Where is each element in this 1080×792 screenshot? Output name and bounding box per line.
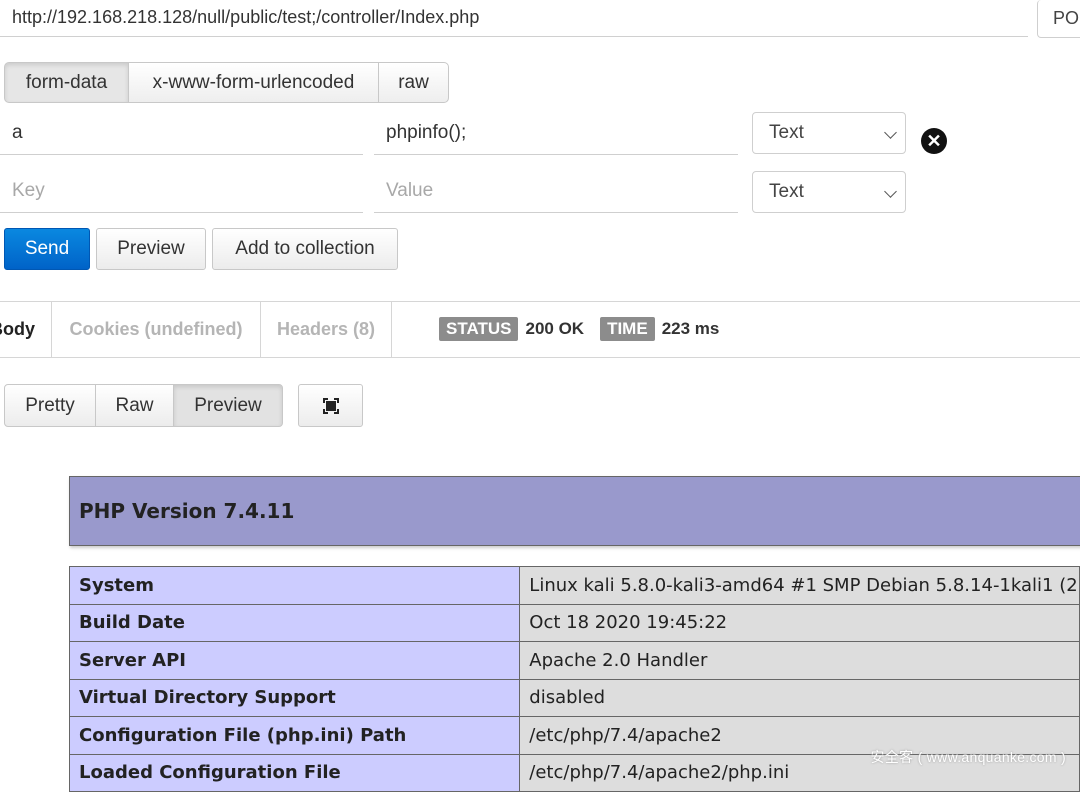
- view-raw-button[interactable]: Raw: [95, 384, 174, 427]
- row-value: Linux kali 5.8.0-kali3-amd64 #1 SMP Debi…: [519, 566, 1080, 605]
- row-value: disabled: [519, 678, 1080, 717]
- add-to-collection-button[interactable]: Add to collection: [212, 228, 398, 270]
- param-type-select[interactable]: Text: [752, 171, 906, 213]
- tab-form-data[interactable]: form-data: [4, 62, 129, 103]
- param-value-field[interactable]: Value: [374, 171, 738, 213]
- param-type-select[interactable]: Text: [752, 112, 906, 154]
- row-name: Server API: [68, 641, 521, 680]
- watermark: 安全客 ( www.anquanke.com ): [870, 749, 1066, 765]
- time-value: 223 ms: [661, 319, 720, 338]
- send-button[interactable]: Send: [4, 228, 90, 270]
- php-version-header: PHP Version 7.4.11: [69, 476, 1080, 546]
- tab-body[interactable]: Body: [0, 301, 52, 358]
- table-row: Virtual Directory Support disabled: [68, 678, 1080, 717]
- chevron-down-icon: [884, 185, 897, 198]
- method-select[interactable]: PO: [1037, 0, 1080, 38]
- row-value: Oct 18 2020 19:45:22: [519, 603, 1080, 642]
- fullscreen-button[interactable]: [298, 384, 363, 427]
- php-version-title: PHP Version 7.4.11: [79, 499, 295, 523]
- row-value: Apache 2.0 Handler: [519, 641, 1080, 680]
- status-value: 200 OK: [525, 319, 585, 338]
- table-row: System Linux kali 5.8.0-kali3-amd64 #1 S…: [68, 566, 1080, 605]
- tab-cookies[interactable]: Cookies (undefined): [52, 301, 261, 358]
- fullscreen-icon: [322, 397, 339, 414]
- row-name: System: [68, 566, 521, 605]
- response-meta: STATUS 200 OK TIME 223 ms: [439, 317, 719, 341]
- chevron-down-icon: [884, 126, 897, 139]
- view-preview-button[interactable]: Preview: [173, 384, 283, 427]
- tab-headers[interactable]: Headers (8): [261, 301, 392, 358]
- param-type-label: Text: [769, 181, 804, 202]
- param-value-field[interactable]: phpinfo();: [374, 113, 738, 155]
- status-badge: STATUS: [439, 317, 519, 341]
- param-key-field[interactable]: Key: [0, 171, 363, 213]
- tab-x-www-form-urlencoded[interactable]: x-www-form-urlencoded: [128, 62, 379, 103]
- row-name: Build Date: [68, 603, 521, 642]
- tab-raw[interactable]: raw: [378, 62, 449, 103]
- preview-button[interactable]: Preview: [96, 228, 206, 270]
- view-pretty-button[interactable]: Pretty: [4, 384, 96, 427]
- param-key-field[interactable]: a: [0, 113, 363, 155]
- row-name: Configuration File (php.ini) Path: [68, 716, 521, 755]
- table-row: Build Date Oct 18 2020 19:45:22: [68, 603, 1080, 642]
- time-badge: TIME: [600, 317, 655, 341]
- table-row: Server API Apache 2.0 Handler: [68, 641, 1080, 680]
- url-input[interactable]: http://192.168.218.128/null/public/test;…: [0, 0, 1028, 37]
- remove-param-icon[interactable]: ✕: [921, 128, 947, 154]
- row-name: Virtual Directory Support: [68, 678, 521, 717]
- param-type-label: Text: [769, 122, 804, 143]
- row-name: Loaded Configuration File: [68, 753, 521, 792]
